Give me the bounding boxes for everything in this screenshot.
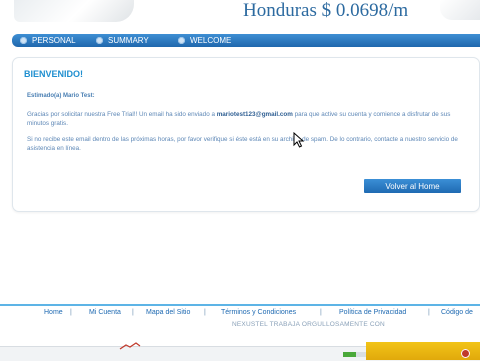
- footer-link-privacy[interactable]: Política de Privacidad: [339, 309, 406, 316]
- nav-step-label: SUMMARY: [108, 36, 149, 45]
- circle-bullet-icon: [20, 37, 27, 44]
- confirmation-paragraph: Gracias por solicitar nuestra Free Trial…: [27, 111, 467, 128]
- nav-step-summary[interactable]: SUMMARY: [96, 34, 149, 47]
- rate-text: Honduras $ 0.0698/m: [243, 0, 409, 21]
- top-banner: Honduras $ 0.0698/m: [0, 0, 480, 30]
- nav-step-label: PERSONAL: [32, 36, 76, 45]
- circle-bullet-icon: [178, 37, 185, 44]
- footer-link-home[interactable]: Home: [44, 309, 63, 316]
- page-title: BIENVENIDO!: [24, 69, 84, 79]
- footer-divider: [0, 304, 480, 306]
- confirmation-text-start: Gracias por solicitar nuestra Free Trial…: [27, 111, 217, 118]
- footer-link-sitemap[interactable]: Mapa del Sitio: [146, 309, 190, 316]
- status-icon: [461, 349, 470, 358]
- welcome-panel: BIENVENIDO! Estimado(a) Mario Test: Grac…: [12, 57, 480, 212]
- mouse-pointer-icon: [293, 132, 305, 148]
- partner-logo-icon: [119, 342, 141, 350]
- footer-note: NEXUSTEL TRABAJA ORGULLOSAMENTE CON: [232, 321, 385, 328]
- nav-step-welcome[interactable]: WELCOME: [178, 34, 231, 47]
- footer-separator: |: [70, 309, 72, 316]
- greeting-text: Estimado(a) Mario Test:: [27, 93, 95, 99]
- footer-separator: |: [204, 309, 206, 316]
- step-nav-bar: PERSONAL SUMMARY WELCOME: [12, 34, 480, 47]
- nav-step-personal[interactable]: PERSONAL: [20, 34, 76, 47]
- spam-notice-paragraph: Si no recibe este email dentro de las pr…: [27, 136, 458, 152]
- banner-decoration: [14, 0, 134, 22]
- back-to-home-button[interactable]: Volver al Home: [364, 179, 461, 193]
- footer-separator: |: [320, 309, 322, 316]
- progress-fill: [343, 352, 356, 357]
- circle-bullet-icon: [96, 37, 103, 44]
- nav-step-label: WELCOME: [190, 36, 232, 45]
- footer-separator: |: [132, 309, 134, 316]
- banner-decoration-right: [440, 0, 480, 20]
- email-address: mariotest123@gmail.com: [216, 111, 293, 118]
- footer-link-code[interactable]: Código de: [441, 309, 473, 316]
- footer-separator: |: [428, 309, 430, 316]
- footer-link-terms[interactable]: Términos y Condiciones: [221, 309, 296, 316]
- footer-link-account[interactable]: Mi Cuenta: [89, 309, 121, 316]
- footer-links: Home | Mi Cuenta | Mapa del Sitio | Térm…: [0, 309, 480, 319]
